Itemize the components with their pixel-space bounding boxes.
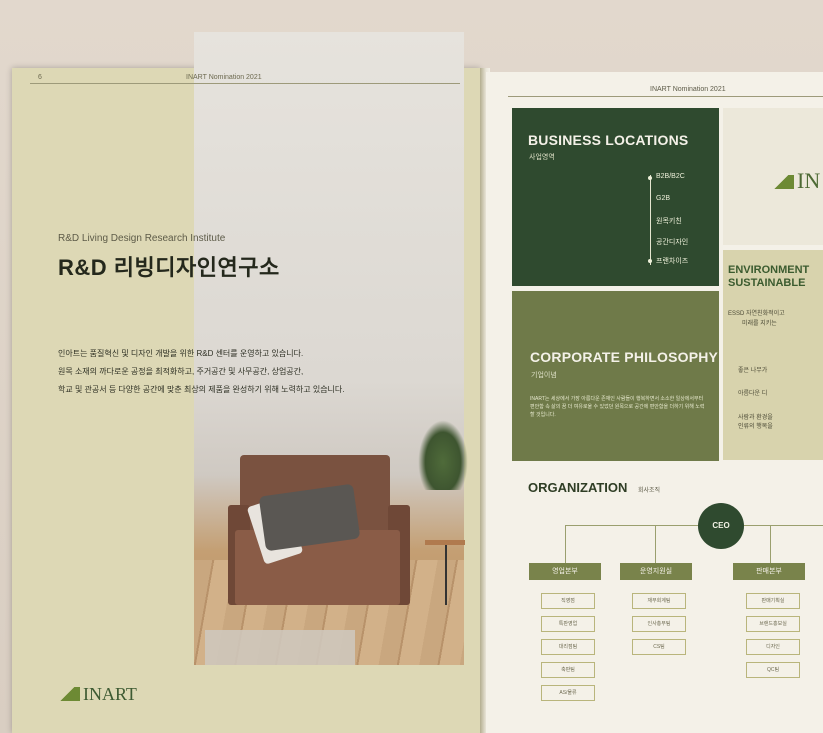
business-timeline [650, 175, 651, 265]
institute-subtitle: R&D Living Design Research Institute [58, 233, 226, 244]
institute-title: R&D 리빙디자인연구소 [58, 255, 280, 280]
environment-title-2: SUSTAINABLE [728, 277, 806, 289]
body-line-3: 학교 및 관공서 등 다양한 공간에 맞춘 최상의 제품을 완성하기 위해 노력… [58, 385, 345, 394]
environment-title: ENVIRONMENT SUSTAINABLE [728, 264, 809, 290]
team-box: 디자인 [746, 639, 800, 655]
business-item: 원목키친 [656, 218, 682, 225]
environment-line: 좋은 나무가 [738, 368, 768, 374]
team-box: 축판팀 [541, 662, 595, 678]
org-connector [770, 525, 771, 563]
org-connector [565, 525, 823, 526]
dept-marketing: 판매본부 [733, 563, 805, 580]
environment-line: 사람과 환경을 [738, 415, 773, 421]
side-table-leg [445, 545, 447, 605]
environment-title-1: ENVIRONMENT [728, 264, 810, 276]
org-connector [565, 525, 566, 563]
org-connector [655, 525, 656, 563]
right-header-rule [508, 96, 823, 97]
bullet-icon [648, 259, 652, 263]
organization-subtitle: 회사조직 [638, 488, 661, 494]
organization-title: ORGANIZATION [528, 480, 628, 495]
philosophy-title: CORPORATE PHILOSOPHY [530, 349, 719, 365]
logo-text: INART [83, 684, 137, 704]
environment-line: 미래를 지키는 [742, 321, 777, 327]
team-box: 특판영업 [541, 616, 595, 632]
logo-mark-icon [772, 175, 794, 189]
dept-sales: 영업본부 [529, 563, 601, 580]
page-number: 6 [38, 74, 42, 81]
team-box: 인사총무팀 [632, 616, 686, 632]
team-box: 재무회계팀 [632, 593, 686, 609]
team-box: CS팀 [632, 639, 686, 655]
business-item: 공간디자인 [656, 239, 689, 246]
bullet-icon [648, 176, 652, 180]
team-box: 대리점팀 [541, 639, 595, 655]
ceo-node: CEO [698, 503, 744, 549]
business-item: 프랜차이즈 [656, 258, 689, 265]
left-header-rule [30, 83, 460, 84]
philosophy-body: INART는 세상에서 가장 아름다운 존재인 사람들이 행복하면서 소소한 일… [530, 396, 705, 418]
logo-mark-icon [58, 687, 80, 701]
team-box: 판매기획실 [746, 593, 800, 609]
environment-line: 아름다운 디 [738, 391, 768, 397]
left-page-header: INART Nomination 2021 [186, 74, 262, 81]
philosophy-subtitle: 기업이념 [531, 372, 557, 379]
dept-operations: 운영지원실 [620, 563, 692, 580]
business-subtitle: 사업영역 [529, 154, 555, 161]
business-item: G2B [656, 195, 671, 202]
environment-line: 인류의 행복을 [738, 424, 773, 430]
environment-line: ESSD 자연친화적이고 [728, 311, 785, 317]
rug [205, 630, 355, 665]
inart-logo-large: IN [772, 168, 820, 194]
team-box: 직영점 [541, 593, 595, 609]
right-page-header: INART Nomination 2021 [650, 86, 726, 93]
team-box: QC팀 [746, 662, 800, 678]
inart-logo: INART [58, 684, 137, 705]
body-line-1: 인아트는 품질혁신 및 디자인 개발을 위한 R&D 센터를 운영하고 있습니다… [58, 349, 304, 358]
business-title: BUSINESS LOCATIONS [528, 132, 689, 148]
business-item: B2B/B2C [656, 173, 685, 180]
team-box: 브랜드홍보실 [746, 616, 800, 632]
body-line-2: 원목 소재의 까다로운 공정을 최적화하고, 주거공간 및 사무공간, 상업공간… [58, 367, 304, 376]
team-box: AS/물류 [541, 685, 595, 701]
plant [418, 420, 468, 490]
logo-large-text: IN [797, 168, 821, 193]
